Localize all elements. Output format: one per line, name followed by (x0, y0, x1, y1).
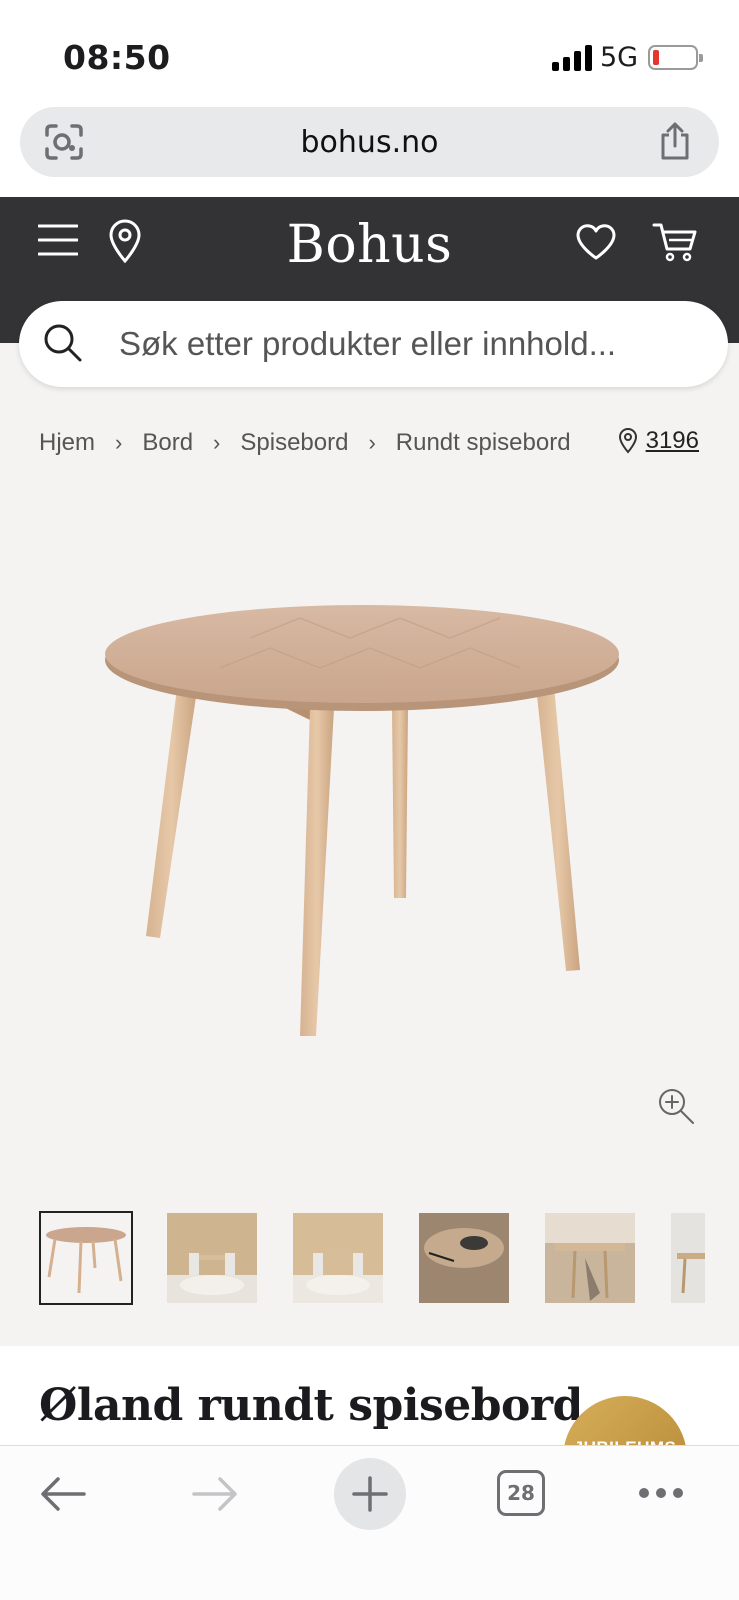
tabs-button[interactable]: 28 (497, 1470, 545, 1516)
location-code[interactable]: 3196 (646, 427, 699, 455)
chevron-right-icon: › (115, 430, 123, 455)
search-icon[interactable] (43, 323, 83, 363)
url-text[interactable]: bohus.no (20, 125, 719, 160)
new-tab-button[interactable] (334, 1458, 406, 1530)
forward-arrow-icon[interactable] (192, 1476, 238, 1512)
product-page: Hjem › Bord › Spisebord › Rundt spisebor… (0, 343, 739, 1346)
store-location-link[interactable]: 3196 (618, 427, 699, 455)
breadcrumb-item[interactable]: Hjem (39, 429, 95, 457)
thumbnail[interactable] (291, 1211, 385, 1305)
browser-toolbar: 28 (0, 1445, 739, 1600)
plus-icon (352, 1476, 388, 1512)
address-bar[interactable]: bohus.no (20, 107, 719, 177)
thumbnail[interactable] (417, 1211, 511, 1305)
thumbnail[interactable] (165, 1211, 259, 1305)
breadcrumb-item[interactable]: Spisebord (240, 429, 348, 457)
signal-icon (552, 45, 592, 71)
heart-icon[interactable] (575, 223, 617, 261)
thumbnail[interactable] (39, 1211, 133, 1305)
battery-icon (648, 45, 703, 70)
location-pin-icon (618, 428, 637, 454)
product-header: Øland rundt spisebord JUBILEUMS (0, 1346, 739, 1446)
status-time: 08:50 (63, 38, 171, 77)
zoom-icon[interactable] (657, 1087, 695, 1125)
network-type: 5G (600, 42, 639, 73)
site-logo[interactable]: Bohus (0, 215, 739, 275)
cart-icon[interactable] (652, 221, 698, 263)
back-arrow-icon[interactable] (40, 1476, 86, 1512)
more-icon[interactable] (638, 1486, 684, 1500)
site-search (19, 301, 728, 387)
chevron-right-icon: › (368, 430, 376, 455)
thumbnail-strip (39, 1211, 705, 1307)
status-bar: 08:50 5G (0, 0, 739, 100)
search-input[interactable] (119, 301, 709, 387)
thumbnail[interactable] (669, 1211, 705, 1305)
chevron-right-icon: › (213, 430, 221, 455)
breadcrumb-item-current[interactable]: Rundt spisebord (396, 429, 571, 457)
share-icon[interactable] (657, 121, 693, 161)
breadcrumb-item[interactable]: Bord (142, 429, 193, 457)
product-image[interactable] (100, 598, 640, 1058)
product-title: Øland rundt spisebord (39, 1380, 583, 1431)
breadcrumb: Hjem › Bord › Spisebord › Rundt spisebor… (39, 429, 571, 457)
thumbnail[interactable] (543, 1211, 637, 1305)
